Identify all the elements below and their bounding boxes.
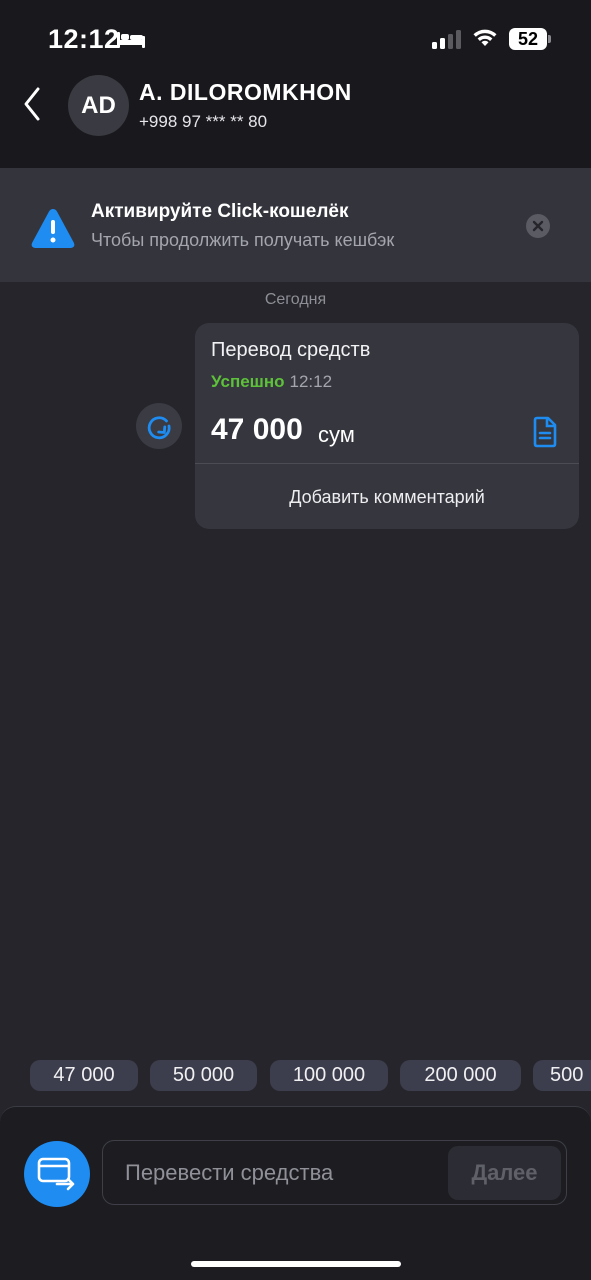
banner-subtitle: Чтобы продолжить получать кешбэк (91, 230, 395, 250)
transfer-card-button[interactable] (24, 1141, 90, 1207)
transfer-amount: 47 000 (211, 413, 303, 446)
bed-icon (117, 32, 145, 48)
warning-icon (31, 209, 75, 248)
quick-amount-chip[interactable]: 500 (533, 1060, 591, 1091)
transfer-time: 12:12 (289, 372, 333, 391)
repeat-transfer-button[interactable] (136, 403, 182, 449)
quick-amount-chip[interactable]: 47 000 (30, 1060, 138, 1091)
battery-tip (548, 35, 551, 43)
card-transfer-icon (37, 1157, 75, 1191)
signal-icon (432, 30, 461, 49)
battery-indicator: 52 (509, 28, 547, 50)
receipt-icon[interactable] (532, 416, 558, 448)
contact-name: A. DILOROMKHON (139, 79, 352, 105)
repeat-icon (147, 416, 171, 440)
back-button[interactable] (18, 84, 48, 124)
home-indicator[interactable] (191, 1261, 401, 1267)
status-time: 12:12 (48, 24, 120, 54)
banner-title: Активируйте Click-кошелёк (91, 201, 349, 222)
wallet-banner[interactable] (0, 168, 591, 282)
avatar[interactable]: AD (68, 75, 129, 136)
add-comment-button[interactable]: Добавить комментарий (195, 464, 579, 529)
transfer-placeholder: Перевести средства (125, 1160, 334, 1185)
transfer-title: Перевод средств (211, 339, 371, 361)
date-label: Сегодня (264, 291, 327, 308)
transfer-currency: сум (318, 422, 355, 447)
close-icon[interactable] (526, 214, 550, 238)
next-button[interactable]: Далее (448, 1146, 561, 1200)
quick-amount-chip[interactable]: 200 000 (400, 1060, 521, 1091)
transfer-card[interactable]: Перевод средств Успешно 12:12 47 000 сум … (195, 323, 579, 529)
quick-amount-chip[interactable]: 50 000 (150, 1060, 257, 1091)
wifi-icon (473, 29, 497, 46)
status-success: Успешно (211, 372, 285, 391)
transfer-input[interactable]: Перевести средства Далее (102, 1140, 567, 1205)
transfer-status-row: Успешно 12:12 (211, 372, 332, 392)
contact-phone: +998 97 *** ** 80 (139, 112, 268, 131)
quick-amount-chip[interactable]: 100 000 (270, 1060, 388, 1091)
